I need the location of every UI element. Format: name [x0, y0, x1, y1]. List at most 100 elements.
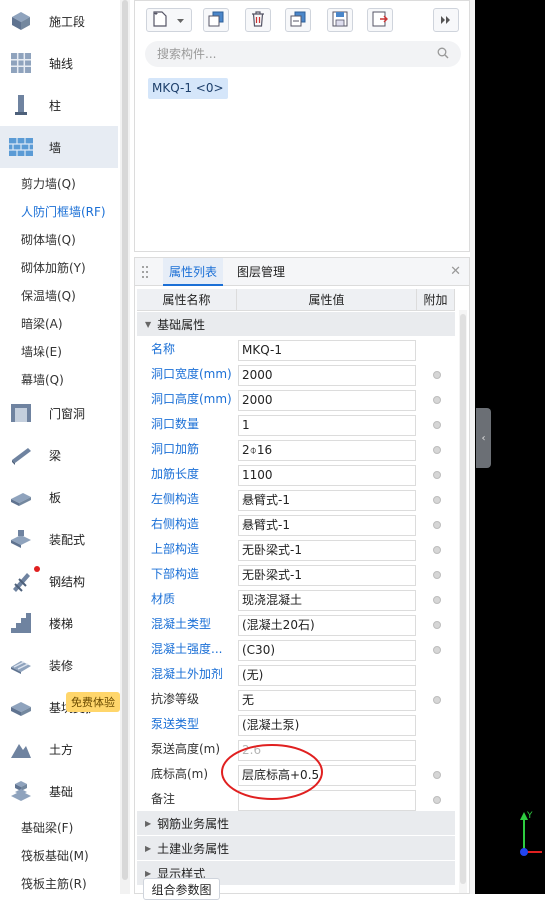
property-name[interactable]: 洞口数量 [151, 412, 237, 437]
nav-category-earthwork[interactable]: 土方 [0, 728, 118, 770]
nav-subitem-raft-foundation[interactable]: 筏板基础(M) [0, 841, 118, 869]
attach-radio[interactable] [433, 596, 441, 604]
nav-category-steel-structure[interactable]: 钢结构 [0, 560, 118, 602]
nav-subitem-foundation-beam[interactable]: 基础梁(F) [0, 813, 118, 841]
property-name[interactable]: 材质 [151, 587, 237, 612]
copy-to-floor-button[interactable] [285, 8, 311, 32]
property-name[interactable]: 混凝土外加剂 [151, 662, 237, 687]
nav-category-column[interactable]: 柱 [0, 84, 118, 126]
property-name[interactable]: 洞口高度(mm) [151, 387, 237, 412]
nav-subitem-curtain-wall[interactable]: 幕墙(Q) [0, 365, 118, 393]
more-tools-button[interactable] [433, 8, 459, 32]
group-rebar-properties[interactable]: ▶ 钢筋业务属性 [137, 811, 455, 835]
drag-handle-icon[interactable] [142, 266, 148, 281]
property-name[interactable]: 名称 [151, 337, 237, 362]
attach-radio[interactable] [433, 621, 441, 629]
property-name[interactable]: 左侧构造 [151, 487, 237, 512]
property-value-field[interactable]: 2000 [238, 365, 416, 386]
delete-component-button[interactable] [245, 8, 271, 32]
export-component-button[interactable] [367, 8, 393, 32]
component-search[interactable] [145, 41, 461, 67]
attach-radio[interactable] [433, 571, 441, 579]
attach-radio[interactable] [433, 646, 441, 654]
left-nav-scroll-thumb[interactable] [122, 0, 128, 880]
nav-subitem-masonry-rebar[interactable]: 砌体加筋(Y) [0, 253, 118, 281]
property-scroll-thumb[interactable] [460, 314, 466, 884]
property-name[interactable]: 洞口加筋 [151, 437, 237, 462]
nav-category-door-window[interactable]: 门窗洞 [0, 392, 118, 434]
column-header-property-value: 属性值 [237, 289, 417, 311]
property-name[interactable]: 右侧构造 [151, 512, 237, 537]
nav-category-slab[interactable]: 板 [0, 476, 118, 518]
property-value-field[interactable]: 2⌽16 [238, 440, 416, 461]
close-icon[interactable]: ✕ [450, 264, 461, 279]
attach-radio[interactable] [433, 471, 441, 479]
attach-radio[interactable] [433, 496, 441, 504]
property-value-field[interactable]: 1100 [238, 465, 416, 486]
property-value-field[interactable]: 现浇混凝土 [238, 590, 416, 611]
property-value-field[interactable]: 无 [238, 690, 416, 711]
property-name[interactable]: 下部构造 [151, 562, 237, 587]
property-name[interactable]: 混凝土强度... [151, 637, 237, 662]
nav-subitem-raft-main-rebar[interactable]: 筏板主筋(R) [0, 869, 118, 897]
property-name[interactable]: 加筋长度 [151, 462, 237, 487]
nav-category-construction-stage[interactable]: 施工段 [0, 0, 118, 42]
property-name[interactable]: 洞口宽度(mm) [151, 362, 237, 387]
property-name[interactable]: 混凝土类型 [151, 612, 237, 637]
free-trial-badge[interactable]: 免费体验 [66, 692, 120, 712]
property-value-field[interactable]: MKQ-1 [238, 340, 416, 361]
property-value-field[interactable]: (混凝土泵) [238, 715, 416, 736]
nav-category-prefab[interactable]: 装配式 [0, 518, 118, 560]
save-component-button[interactable] [327, 8, 353, 32]
property-name[interactable]: 泵送类型 [151, 712, 237, 737]
nav-subitem-civil-defense-door-wall[interactable]: 人防门框墙(RF) [0, 197, 118, 225]
property-value-field[interactable]: 层底标高+0.5 [238, 765, 416, 786]
nav-category-stairs[interactable]: 楼梯 [0, 602, 118, 644]
tab-layer-management[interactable]: 图层管理 [231, 258, 291, 286]
collapse-panel-button[interactable]: ‹ [476, 408, 491, 468]
nav-category-foundation[interactable]: 基础 [0, 770, 118, 812]
group-civil-properties[interactable]: ▶ 土建业务属性 [137, 836, 455, 860]
attach-radio[interactable] [433, 696, 441, 704]
nav-category-decoration[interactable]: 装修 [0, 644, 118, 686]
property-value-field[interactable]: 2000 [238, 390, 416, 411]
nav-subitem-masonry-wall[interactable]: 砌体墙(Q) [0, 225, 118, 253]
attach-radio[interactable] [433, 421, 441, 429]
property-value-field[interactable]: 悬臂式-1 [238, 515, 416, 536]
attach-radio[interactable] [433, 771, 441, 779]
combined-parameter-diagram-button[interactable]: 组合参数图 [143, 878, 220, 900]
nav-category-beam[interactable]: 梁 [0, 434, 118, 476]
nav-subitem-shear-wall[interactable]: 剪力墙(Q) [0, 169, 118, 197]
attach-radio[interactable] [433, 371, 441, 379]
nav-category-axis[interactable]: 轴线 [0, 42, 118, 84]
property-value-field[interactable]: (C30) [238, 640, 416, 661]
property-row: 材质 现浇混凝土 [137, 587, 455, 612]
attach-radio[interactable] [433, 446, 441, 454]
property-row: 洞口宽度(mm) 2000 [137, 362, 455, 387]
search-icon[interactable] [437, 47, 449, 62]
property-value-field[interactable]: (无) [238, 665, 416, 686]
new-component-button[interactable] [146, 8, 192, 32]
attach-radio[interactable] [433, 521, 441, 529]
property-name: 泵送高度(m) [151, 742, 221, 756]
property-value-field[interactable]: (混凝土20石) [238, 615, 416, 636]
search-input[interactable] [157, 47, 427, 61]
nav-subitem-insulation-wall[interactable]: 保温墙(Q) [0, 281, 118, 309]
property-value-field[interactable]: 悬臂式-1 [238, 490, 416, 511]
nav-category-wall[interactable]: 墙 [0, 126, 118, 168]
property-name[interactable]: 上部构造 [151, 537, 237, 562]
tab-property-list[interactable]: 属性列表 [163, 258, 224, 286]
attach-radio[interactable] [433, 796, 441, 804]
property-value-field[interactable] [238, 790, 416, 811]
copy-component-button[interactable] [203, 8, 229, 32]
nav-subitem-wall-pier[interactable]: 墙垛(E) [0, 337, 118, 365]
attach-radio[interactable] [433, 546, 441, 554]
component-list-item[interactable]: MKQ-1 <0> [148, 78, 228, 99]
property-value-field[interactable]: 无卧梁式-1 [238, 540, 416, 561]
nav-subitem-hidden-beam[interactable]: 暗梁(A) [0, 309, 118, 337]
property-value-field[interactable]: 1 [238, 415, 416, 436]
property-value-field[interactable]: 无卧梁式-1 [238, 565, 416, 586]
group-basic-properties[interactable]: ▼ 基础属性 [137, 312, 455, 336]
property-value-field[interactable]: 2.6 [238, 740, 416, 761]
attach-radio[interactable] [433, 396, 441, 404]
